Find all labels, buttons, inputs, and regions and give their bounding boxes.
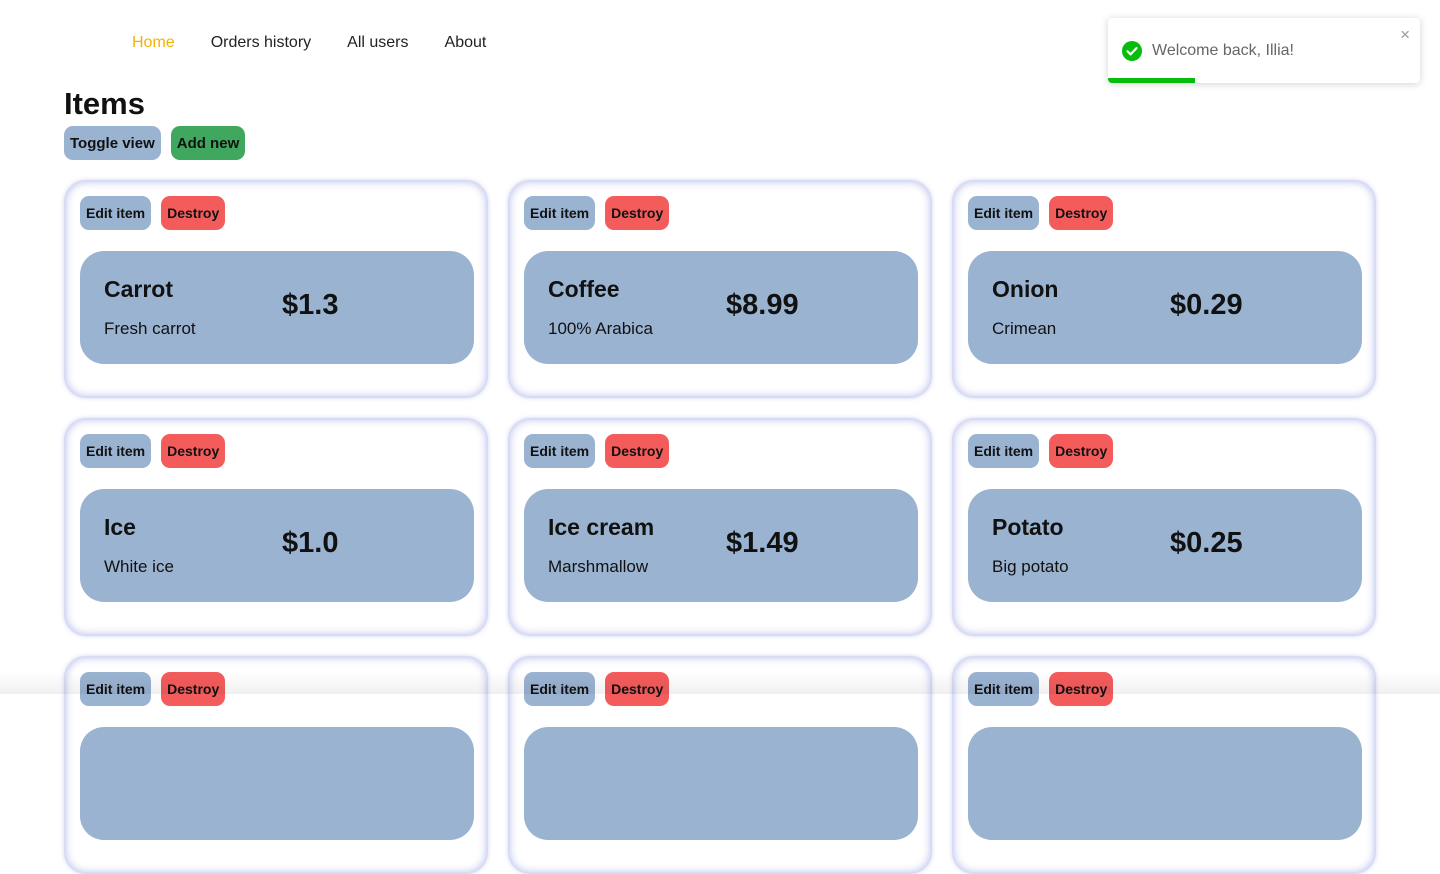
page-title: Items bbox=[64, 86, 145, 122]
main-nav: Home Orders history All users About bbox=[132, 34, 486, 52]
edit-item-button[interactable]: Edit item bbox=[524, 434, 595, 468]
item-card: Edit item Destroy bbox=[64, 656, 488, 874]
item-name: Ice bbox=[104, 514, 136, 541]
edit-item-button[interactable]: Edit item bbox=[524, 196, 595, 230]
item-price: $1.3 bbox=[282, 289, 338, 322]
item-description: Marshmallow bbox=[548, 557, 648, 577]
edit-item-button[interactable]: Edit item bbox=[80, 434, 151, 468]
check-circle-icon bbox=[1122, 41, 1142, 61]
item-name: Onion bbox=[992, 276, 1058, 303]
item-price: $0.25 bbox=[1170, 527, 1243, 560]
item-card: Edit item Destroy bbox=[508, 656, 932, 874]
card-actions: Edit item Destroy bbox=[968, 434, 1113, 468]
add-new-button[interactable]: Add new bbox=[171, 126, 246, 160]
item-price: $1.0 bbox=[282, 527, 338, 560]
nav-home-link[interactable]: Home bbox=[132, 34, 175, 52]
item-name: Coffee bbox=[548, 276, 620, 303]
edit-item-button[interactable]: Edit item bbox=[968, 196, 1039, 230]
item-details[interactable]: Ice cream Marshmallow $1.49 bbox=[524, 489, 918, 602]
toast-progress-bar bbox=[1108, 78, 1195, 83]
card-actions: Edit item Destroy bbox=[524, 196, 669, 230]
edit-item-button[interactable]: Edit item bbox=[968, 672, 1039, 706]
card-actions: Edit item Destroy bbox=[80, 672, 225, 706]
page-actions: Toggle view Add new bbox=[64, 126, 245, 160]
item-card: Edit item Destroy bbox=[952, 656, 1376, 874]
item-details[interactable] bbox=[524, 727, 918, 840]
close-icon[interactable]: × bbox=[1400, 26, 1410, 43]
destroy-button[interactable]: Destroy bbox=[605, 434, 669, 468]
nav-all-users-link[interactable]: All users bbox=[347, 34, 408, 52]
item-details[interactable]: Coffee 100% Arabica $8.99 bbox=[524, 251, 918, 364]
destroy-button[interactable]: Destroy bbox=[1049, 434, 1113, 468]
item-card: Edit item Destroy Coffee 100% Arabica $8… bbox=[508, 180, 932, 398]
item-description: Fresh carrot bbox=[104, 319, 196, 339]
item-name: Ice cream bbox=[548, 514, 654, 541]
destroy-button[interactable]: Destroy bbox=[1049, 672, 1113, 706]
card-actions: Edit item Destroy bbox=[968, 672, 1113, 706]
card-actions: Edit item Destroy bbox=[80, 434, 225, 468]
item-description: White ice bbox=[104, 557, 174, 577]
item-description: Crimean bbox=[992, 319, 1056, 339]
item-card: Edit item Destroy Carrot Fresh carrot $1… bbox=[64, 180, 488, 398]
card-actions: Edit item Destroy bbox=[968, 196, 1113, 230]
nav-about-link[interactable]: About bbox=[445, 34, 487, 52]
edit-item-button[interactable]: Edit item bbox=[524, 672, 595, 706]
item-details[interactable] bbox=[80, 727, 474, 840]
destroy-button[interactable]: Destroy bbox=[161, 434, 225, 468]
item-card: Edit item Destroy Potato Big potato $0.2… bbox=[952, 418, 1376, 636]
edit-item-button[interactable]: Edit item bbox=[80, 672, 151, 706]
item-details[interactable]: Carrot Fresh carrot $1.3 bbox=[80, 251, 474, 364]
edit-item-button[interactable]: Edit item bbox=[80, 196, 151, 230]
card-actions: Edit item Destroy bbox=[80, 196, 225, 230]
welcome-toast[interactable]: Welcome back, Illia! × bbox=[1108, 18, 1420, 83]
items-grid: Edit item Destroy Carrot Fresh carrot $1… bbox=[64, 180, 1376, 874]
item-details[interactable]: Potato Big potato $0.25 bbox=[968, 489, 1362, 602]
destroy-button[interactable]: Destroy bbox=[1049, 196, 1113, 230]
item-description: Big potato bbox=[992, 557, 1069, 577]
item-card: Edit item Destroy Onion Crimean $0.29 bbox=[952, 180, 1376, 398]
item-name: Carrot bbox=[104, 276, 173, 303]
item-price: $1.49 bbox=[726, 527, 799, 560]
item-price: $8.99 bbox=[726, 289, 799, 322]
edit-item-button[interactable]: Edit item bbox=[968, 434, 1039, 468]
destroy-button[interactable]: Destroy bbox=[161, 672, 225, 706]
item-name: Potato bbox=[992, 514, 1064, 541]
destroy-button[interactable]: Destroy bbox=[161, 196, 225, 230]
item-card: Edit item Destroy Ice cream Marshmallow … bbox=[508, 418, 932, 636]
destroy-button[interactable]: Destroy bbox=[605, 672, 669, 706]
item-details[interactable]: Onion Crimean $0.29 bbox=[968, 251, 1362, 364]
toast-message: Welcome back, Illia! bbox=[1152, 42, 1294, 60]
toggle-view-button[interactable]: Toggle view bbox=[64, 126, 161, 160]
item-price: $0.29 bbox=[1170, 289, 1243, 322]
card-actions: Edit item Destroy bbox=[524, 434, 669, 468]
item-card: Edit item Destroy Ice White ice $1.0 bbox=[64, 418, 488, 636]
item-description: 100% Arabica bbox=[548, 319, 653, 339]
card-actions: Edit item Destroy bbox=[524, 672, 669, 706]
item-details[interactable]: Ice White ice $1.0 bbox=[80, 489, 474, 602]
nav-orders-history-link[interactable]: Orders history bbox=[211, 34, 311, 52]
destroy-button[interactable]: Destroy bbox=[605, 196, 669, 230]
item-details[interactable] bbox=[968, 727, 1362, 840]
